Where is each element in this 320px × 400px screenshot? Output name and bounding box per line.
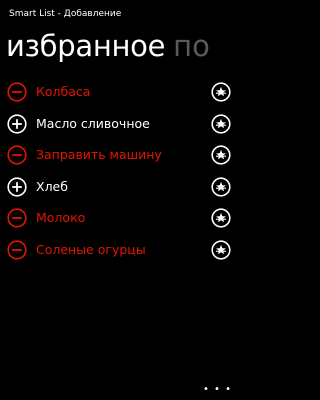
item-label: Заправить машину [36,147,162,163]
item-label: Хлеб [36,178,68,194]
pivot-tab-favorites[interactable]: избранное [6,29,165,63]
list-item[interactable]: Колбаса [0,78,240,110]
minus-circle-icon[interactable] [7,240,27,260]
star-circle-icon[interactable] [211,208,231,228]
minus-circle-icon[interactable] [7,145,27,165]
item-label: Молоко [36,210,86,226]
app-title: Smart List - Добавление [9,9,122,19]
plus-circle-icon[interactable] [7,177,27,197]
plus-circle-icon[interactable] [7,113,27,134]
star-circle-icon[interactable] [211,113,231,134]
minus-circle-icon[interactable] [7,208,27,228]
list-item[interactable]: Заправить машину [0,141,240,173]
list-item[interactable]: Соленые огурцы [0,236,240,268]
more-dots-icon[interactable]: • • • [203,384,232,395]
app-bar: • • • [0,378,240,400]
item-label: Колбаса [36,84,91,99]
minus-circle-icon[interactable] [7,82,27,102]
star-circle-icon[interactable] [211,177,231,197]
star-circle-icon[interactable] [211,240,231,260]
list-item[interactable]: Молоко [0,204,240,236]
item-label: Соленые огурцы [36,241,146,257]
star-circle-icon[interactable] [211,145,231,165]
list-item[interactable]: Масло сливочное [0,110,240,142]
star-circle-icon[interactable] [211,82,231,102]
pivot-tab-next[interactable]: по [173,29,210,63]
item-label: Масло сливочное [36,115,150,131]
favorites-list: Колбаса Масло сливочное Заправить машину Хл… [0,78,240,268]
list-item[interactable]: Хлеб [0,173,240,205]
pivot-header: избранное по [6,24,240,68]
